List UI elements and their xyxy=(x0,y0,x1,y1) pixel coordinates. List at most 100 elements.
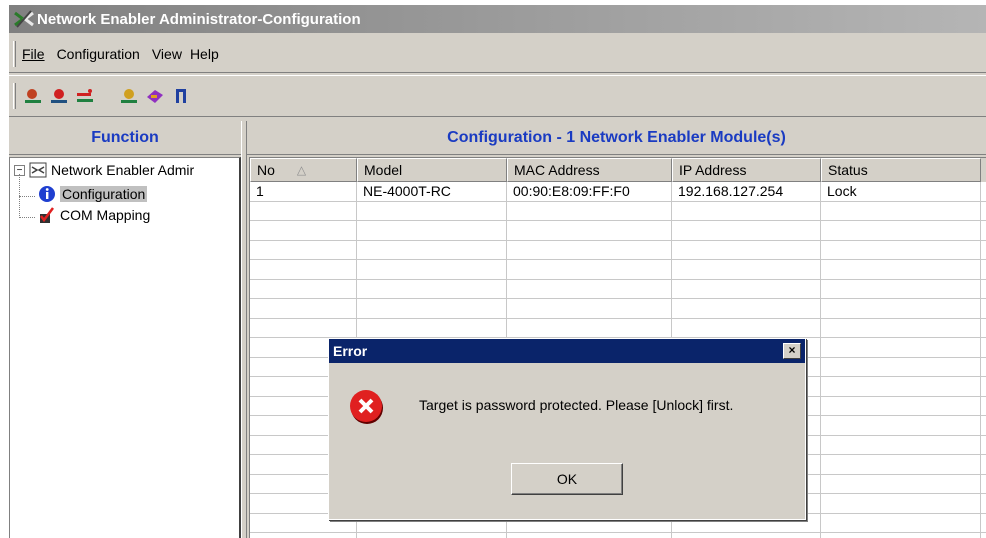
empty-cell xyxy=(357,279,507,298)
empty-cell xyxy=(821,533,981,538)
menu-bar: File Configuration View Help xyxy=(9,35,986,73)
empty-cell xyxy=(507,201,672,220)
tree-item-com-mapping-label: COM Mapping xyxy=(60,207,151,223)
empty-cell xyxy=(507,260,672,279)
menu-configuration[interactable]: Configuration xyxy=(51,44,146,64)
empty-cell xyxy=(821,455,981,474)
dialog-title: Error xyxy=(333,343,368,359)
function-panel: Function − Network Enabler Admir Configu… xyxy=(9,121,241,538)
export-icon[interactable] xyxy=(144,85,166,107)
empty-cell xyxy=(672,299,821,318)
empty-cell xyxy=(672,533,821,538)
empty-cell xyxy=(821,513,981,532)
empty-cell xyxy=(357,533,507,538)
empty-cell xyxy=(821,416,981,435)
col-header-no[interactable]: No △ xyxy=(250,158,357,182)
empty-cell xyxy=(821,377,981,396)
window-title: Network Enabler Administrator-Configurat… xyxy=(37,10,361,28)
empty-cell xyxy=(250,201,357,220)
empty-table-row xyxy=(250,221,986,241)
menubar-grip[interactable] xyxy=(13,40,16,67)
menu-view[interactable]: View xyxy=(146,44,188,64)
table-row[interactable]: 1 NE-4000T-RC 00:90:E8:09:FF:F0 192.168.… xyxy=(250,182,986,202)
empty-cell xyxy=(357,260,507,279)
title-bar[interactable]: Network Enabler Administrator-Configurat… xyxy=(9,5,986,33)
empty-table-row xyxy=(250,533,986,538)
empty-cell xyxy=(250,318,357,337)
empty-cell xyxy=(821,357,981,376)
tree-item-com-mapping[interactable]: COM Mapping xyxy=(38,205,150,225)
cell-no: 1 xyxy=(250,182,357,201)
menu-file[interactable]: File xyxy=(22,44,51,64)
empty-cell xyxy=(357,221,507,240)
empty-table-row xyxy=(250,201,986,221)
empty-cell xyxy=(357,318,507,337)
col-header-status[interactable]: Status xyxy=(821,158,981,182)
empty-cell xyxy=(821,299,981,318)
configuration-heading: Configuration - 1 Network Enabler Module… xyxy=(247,121,986,155)
empty-cell xyxy=(821,494,981,513)
empty-cell xyxy=(672,221,821,240)
empty-cell xyxy=(821,338,981,357)
toolbar-grip[interactable] xyxy=(13,83,16,109)
empty-table-row xyxy=(250,260,986,280)
tree-root-label: Network Enabler Admir xyxy=(51,162,195,178)
exit-icon[interactable] xyxy=(170,85,192,107)
com-mapping-icon xyxy=(40,207,54,223)
empty-cell xyxy=(357,240,507,259)
empty-cell xyxy=(821,240,981,259)
cell-status: Lock xyxy=(821,182,981,201)
empty-cell xyxy=(821,474,981,493)
toolbar xyxy=(9,75,986,117)
col-header-model[interactable]: Model xyxy=(357,158,507,182)
network-enabler-icon xyxy=(29,162,47,178)
empty-cell xyxy=(250,533,357,538)
empty-cell xyxy=(821,260,981,279)
dialog-title-bar[interactable]: Error × xyxy=(329,339,805,363)
empty-cell xyxy=(821,318,981,337)
error-dialog: Error × Target is password protected. Pl… xyxy=(328,338,806,520)
empty-cell xyxy=(507,299,672,318)
col-header-ip[interactable]: IP Address xyxy=(672,158,821,182)
empty-cell xyxy=(250,279,357,298)
function-heading: Function xyxy=(9,121,241,155)
empty-cell xyxy=(821,201,981,220)
tree-item-configuration[interactable]: Configuration xyxy=(38,184,148,204)
empty-cell xyxy=(250,299,357,318)
empty-table-row xyxy=(250,318,986,338)
unlock-icon[interactable] xyxy=(118,85,140,107)
cell-model: NE-4000T-RC xyxy=(357,182,507,201)
empty-cell xyxy=(821,279,981,298)
menu-help[interactable]: Help xyxy=(188,44,225,64)
empty-cell xyxy=(507,279,672,298)
broadcast-icon[interactable] xyxy=(48,85,70,107)
empty-table-row xyxy=(250,299,986,319)
empty-cell xyxy=(250,260,357,279)
cell-mac: 00:90:E8:09:FF:F0 xyxy=(507,182,672,201)
empty-cell xyxy=(821,396,981,415)
tree-root[interactable]: − Network Enabler Admir xyxy=(14,160,194,180)
info-icon xyxy=(39,186,55,202)
error-message: Target is password protected. Please [Un… xyxy=(419,397,734,413)
empty-cell xyxy=(672,318,821,337)
tree-item-configuration-label: Configuration xyxy=(60,186,148,202)
disconnect-icon[interactable] xyxy=(74,85,96,107)
ok-button[interactable]: OK xyxy=(511,463,623,495)
empty-cell xyxy=(250,221,357,240)
cell-ip: 192.168.127.254 xyxy=(672,182,821,201)
empty-cell xyxy=(357,201,507,220)
empty-cell xyxy=(821,435,981,454)
empty-cell xyxy=(672,240,821,259)
empty-cell xyxy=(507,533,672,538)
empty-cell xyxy=(821,221,981,240)
empty-table-row xyxy=(250,279,986,299)
empty-cell xyxy=(507,240,672,259)
function-tree: − Network Enabler Admir Configuration CO… xyxy=(9,157,241,538)
empty-cell xyxy=(672,279,821,298)
empty-cell xyxy=(672,201,821,220)
empty-cell xyxy=(507,318,672,337)
search-icon[interactable] xyxy=(22,85,44,107)
empty-cell xyxy=(357,299,507,318)
close-icon[interactable]: × xyxy=(783,343,801,359)
col-header-mac[interactable]: MAC Address xyxy=(507,158,672,182)
